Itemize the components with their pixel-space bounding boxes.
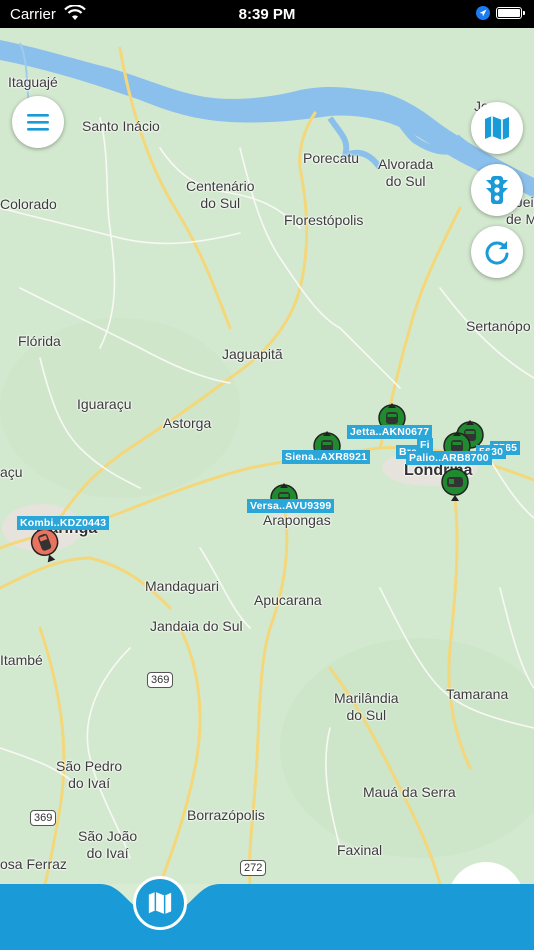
map-icon	[485, 116, 509, 140]
refresh-button[interactable]	[471, 226, 523, 278]
nav-map[interactable]	[133, 876, 187, 930]
map-type-button[interactable]	[471, 102, 523, 154]
place-label: Florestópolis	[284, 212, 364, 228]
place-name: São João do Ivaí	[78, 828, 138, 861]
place-label: Jaguapitã	[222, 346, 283, 362]
vehicle-label[interactable]: Palio..ARB8700	[406, 451, 492, 465]
place-label: Flórida	[18, 333, 61, 349]
clock: 8:39 PM	[238, 6, 296, 23]
vehicle-label[interactable]: Jetta..AKN0677	[347, 425, 433, 439]
place-label: Mauá da Serra	[363, 784, 456, 800]
place-label: Marilândia do Sul	[334, 690, 399, 724]
place-label: Porecatu	[303, 150, 360, 166]
vehicle-label[interactable]: Versa..AVU9399	[247, 499, 335, 513]
map-icon	[148, 891, 172, 915]
place-name: Alvorada do Sul	[378, 156, 434, 189]
place-name: Centenário do Sul	[186, 178, 255, 211]
place-label: Santo Inácio	[82, 118, 160, 134]
place-label: Centenário do Sul	[186, 178, 255, 212]
place-label: Tamarana	[446, 686, 509, 702]
map-view[interactable]: Itaguajé Santo Inácio Porecatu Alvorada …	[0, 28, 534, 884]
place-label: Itambé	[0, 652, 43, 668]
place-label: Iguaraçu	[77, 396, 132, 412]
traffic-light-icon	[486, 176, 508, 204]
place-label: Mandaguari	[145, 578, 219, 594]
place-label: açu	[0, 464, 23, 480]
vehicle-marker[interactable]	[441, 466, 469, 502]
place-label: Faxinal	[337, 842, 383, 858]
location-arrow-icon	[476, 6, 490, 20]
place-label: Sertanópo	[466, 318, 531, 334]
menu-button[interactable]	[12, 96, 64, 148]
traffic-button[interactable]	[471, 164, 523, 216]
place-name: Marilândia do Sul	[334, 690, 399, 723]
vehicle-label[interactable]: Siena..AXR8921	[282, 450, 371, 464]
road-shield: 272	[240, 860, 267, 876]
hamburger-icon	[27, 114, 49, 131]
road-shield: 369	[147, 672, 174, 688]
vehicle-label[interactable]: Kombi..KDZ0443	[17, 516, 110, 530]
road-shield: 369	[30, 810, 57, 826]
place-label: Jandaia do Sul	[150, 618, 243, 634]
place-label: São Pedro do Ivaí	[56, 758, 122, 792]
place-label: osa Ferraz	[0, 856, 67, 872]
place-label: São João do Ivaí	[78, 828, 137, 862]
refresh-icon	[485, 241, 509, 265]
status-bar: Carrier 8:39 PM	[0, 0, 534, 28]
place-label: Astorga	[163, 415, 212, 431]
place-label: Alvorada do Sul	[378, 156, 433, 190]
place-label: Apucarana	[254, 592, 322, 608]
place-label: Itaguajé	[8, 74, 58, 90]
place-label: Borrazópolis	[187, 807, 265, 823]
place-label: Colorado	[0, 196, 57, 212]
bottom-nav-bar	[0, 884, 534, 950]
place-name: São Pedro do Ivaí	[56, 758, 123, 791]
battery-icon	[496, 7, 525, 19]
